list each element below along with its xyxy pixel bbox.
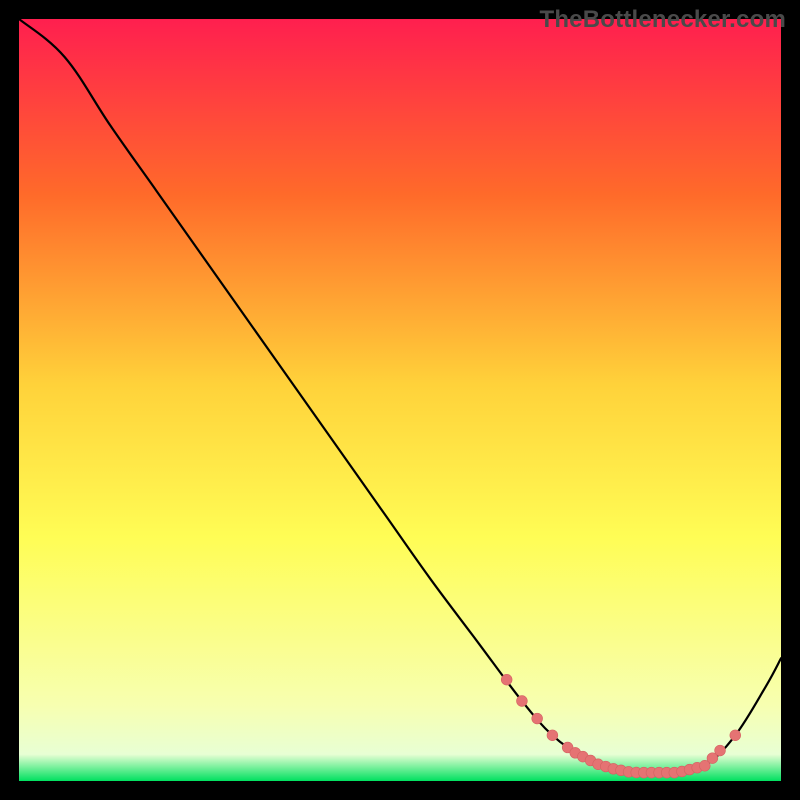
marker-dot [715, 745, 726, 756]
marker-dot [730, 730, 741, 741]
chart-frame: TheBottlenecker.com [0, 0, 800, 800]
gradient-background [19, 19, 781, 781]
chart-svg [19, 19, 781, 781]
marker-dot [501, 674, 512, 685]
plot-area [19, 19, 781, 781]
marker-dot [547, 730, 558, 741]
watermark-text: TheBottlenecker.com [539, 6, 786, 34]
marker-dot [517, 696, 528, 707]
marker-dot [532, 713, 543, 724]
